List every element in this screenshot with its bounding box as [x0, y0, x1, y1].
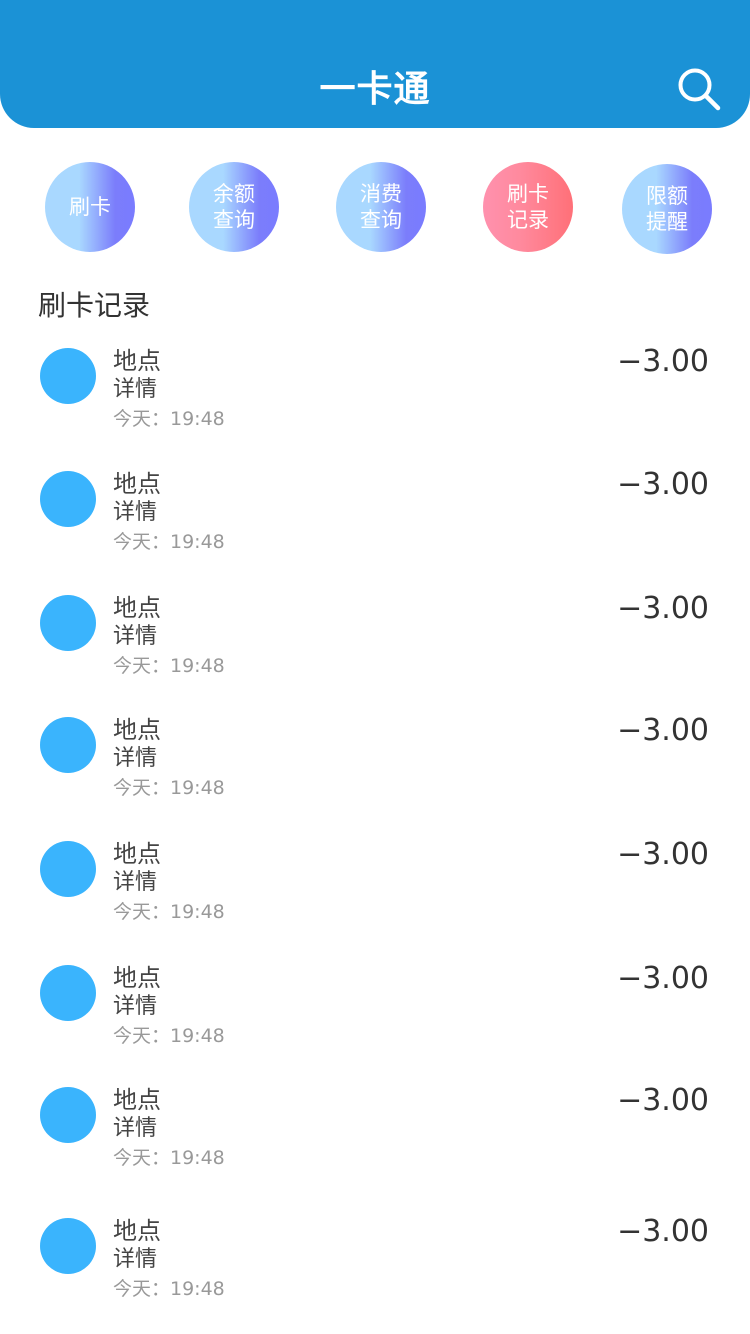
- record-place: 地点: [113, 347, 161, 375]
- record-time: 今天：19:48: [113, 777, 225, 799]
- record-item[interactable]: 地点 详情 今天：19:48 −3.00: [0, 1083, 750, 1185]
- record-place: 地点: [113, 470, 161, 498]
- avatar: [40, 471, 96, 527]
- record-item[interactable]: 地点 详情 今天：19:48 −3.00: [0, 467, 750, 569]
- record-amount: −3.00: [617, 344, 709, 379]
- record-detail: 详情: [113, 870, 158, 895]
- avatar: [40, 1087, 96, 1143]
- record-amount: −3.00: [617, 713, 709, 748]
- avatar: [40, 965, 96, 1021]
- record-detail: 详情: [113, 994, 158, 1019]
- record-item[interactable]: 地点 详情 今天：19:48 −3.00: [0, 344, 750, 446]
- search-button[interactable]: [676, 66, 724, 114]
- avatar: [40, 717, 96, 773]
- record-place: 地点: [113, 964, 161, 992]
- shortcut-label: 余额查询: [213, 182, 255, 232]
- record-place: 地点: [113, 1086, 161, 1114]
- record-detail: 详情: [113, 1247, 158, 1272]
- record-detail: 详情: [113, 377, 158, 402]
- record-item[interactable]: 地点 详情 今天：19:48 −3.00: [0, 1214, 750, 1316]
- record-detail: 详情: [113, 500, 158, 525]
- record-time: 今天：19:48: [113, 408, 225, 430]
- record-item[interactable]: 地点 详情 今天：19:48 −3.00: [0, 837, 750, 939]
- record-detail: 详情: [113, 1116, 158, 1141]
- shortcut-label: 消费查询: [360, 182, 402, 232]
- record-time: 今天：19:48: [113, 1025, 225, 1047]
- records-section-title: 刷卡记录: [38, 289, 151, 322]
- shortcut-consumption-query[interactable]: 消费查询: [336, 162, 426, 252]
- shortcut-label: 刷卡: [69, 195, 111, 219]
- avatar: [40, 348, 96, 404]
- record-amount: −3.00: [617, 1083, 709, 1118]
- record-amount: −3.00: [617, 467, 709, 502]
- page-title: 一卡通: [319, 69, 431, 110]
- record-time: 今天：19:48: [113, 1278, 225, 1300]
- avatar: [40, 841, 96, 897]
- record-place: 地点: [113, 594, 161, 622]
- record-place: 地点: [113, 716, 161, 744]
- avatar: [40, 595, 96, 651]
- record-amount: −3.00: [617, 837, 709, 872]
- record-item[interactable]: 地点 详情 今天：19:48 −3.00: [0, 591, 750, 693]
- record-detail: 详情: [113, 746, 158, 771]
- search-icon[interactable]: [676, 66, 724, 114]
- record-amount: −3.00: [617, 591, 709, 626]
- record-detail: 详情: [113, 624, 158, 649]
- shortcut-balance-query[interactable]: 余额查询: [189, 162, 279, 252]
- record-amount: −3.00: [617, 961, 709, 996]
- shortcut-label: 限额提醒: [646, 184, 688, 234]
- shortcut-label: 刷卡记录: [507, 182, 549, 232]
- record-place: 地点: [113, 1217, 161, 1245]
- record-time: 今天：19:48: [113, 901, 225, 923]
- record-time: 今天：19:48: [113, 1147, 225, 1169]
- record-time: 今天：19:48: [113, 655, 225, 677]
- record-amount: −3.00: [617, 1214, 709, 1249]
- shortcut-swipe-card[interactable]: 刷卡: [45, 162, 135, 252]
- avatar: [40, 1218, 96, 1274]
- shortcut-limit-reminder[interactable]: 限额提醒: [622, 164, 712, 254]
- shortcut-swipe-records[interactable]: 刷卡记录: [483, 162, 573, 252]
- record-place: 地点: [113, 840, 161, 868]
- record-item[interactable]: 地点 详情 今天：19:48 −3.00: [0, 713, 750, 815]
- record-item[interactable]: 地点 详情 今天：19:48 −3.00: [0, 961, 750, 1063]
- app-header: 一卡通: [0, 0, 750, 128]
- record-time: 今天：19:48: [113, 531, 225, 553]
